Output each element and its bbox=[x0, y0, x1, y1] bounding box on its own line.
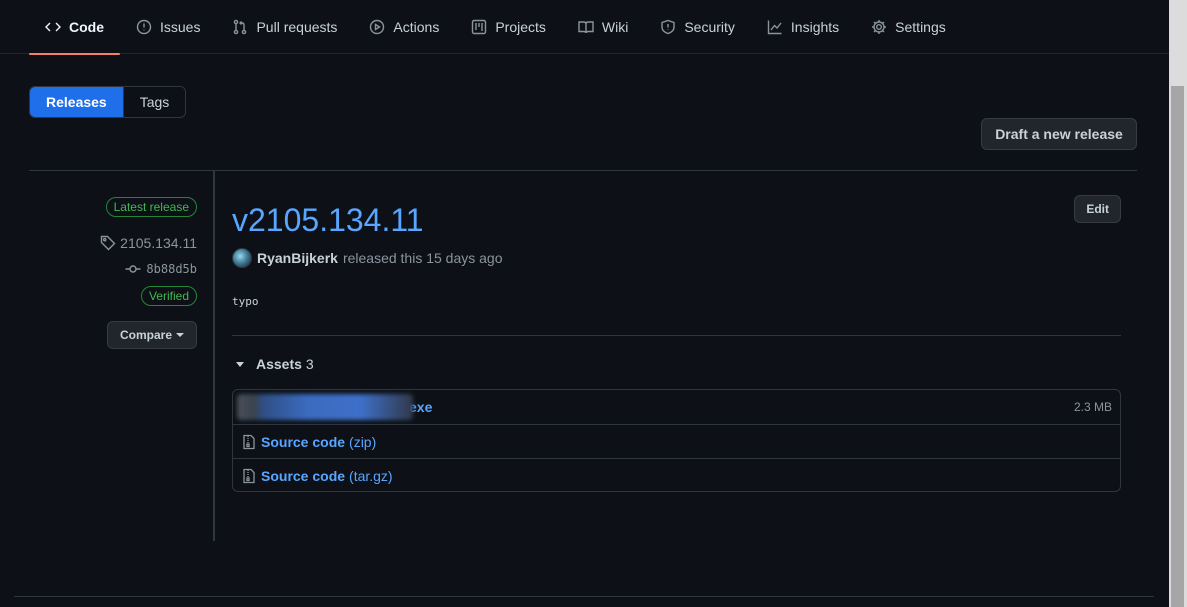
divider bbox=[14, 596, 1154, 597]
source-code-zip-name: Source code bbox=[261, 433, 346, 450]
latest-release-badge: Latest release bbox=[105, 197, 197, 217]
tab-settings[interactable]: Settings bbox=[855, 0, 962, 54]
tags-tab[interactable]: Tags bbox=[122, 87, 186, 117]
tab-actions-label: Actions bbox=[393, 19, 440, 35]
avatar[interactable] bbox=[232, 248, 252, 268]
asset-size: 2.3 MB bbox=[1073, 400, 1112, 414]
release-commit[interactable]: 8b88d5b bbox=[125, 261, 197, 277]
tab-code[interactable]: Code bbox=[29, 0, 120, 55]
tab-pull-requests-label: Pull requests bbox=[256, 19, 338, 35]
chevron-down-icon bbox=[176, 333, 184, 337]
caret-down-icon bbox=[236, 361, 244, 367]
graph-icon bbox=[767, 20, 782, 35]
verified-badge[interactable]: Verified bbox=[140, 286, 197, 306]
releases-tab[interactable]: Releases bbox=[30, 87, 123, 117]
releases-page: Code Issues Pull requests Actions Projec… bbox=[0, 0, 1187, 607]
code-icon bbox=[45, 22, 61, 32]
scrollbar-thumb[interactable] bbox=[1171, 86, 1184, 607]
tab-issues-label: Issues bbox=[160, 19, 201, 35]
tab-insights-label: Insights bbox=[790, 19, 840, 35]
pull-request-icon bbox=[234, 19, 247, 35]
asset-row: Source code (tar.gz) bbox=[233, 458, 1120, 491]
source-code-zip-link[interactable]: Source code (zip) bbox=[261, 434, 376, 450]
repo-nav: Code Issues Pull requests Actions Projec… bbox=[0, 0, 1169, 55]
compare-button[interactable]: Compare bbox=[106, 321, 197, 349]
commit-sha: 8b88d5b bbox=[146, 262, 197, 276]
asset-row: exe 2.3 MB bbox=[233, 390, 1120, 424]
released-text: released this 15 days ago bbox=[342, 250, 503, 266]
commit-icon bbox=[125, 265, 141, 273]
gear-icon bbox=[872, 20, 887, 34]
release-card: v2105.134.11 Edit RyanBijkerk released t… bbox=[232, 171, 1121, 511]
divider bbox=[232, 335, 1121, 336]
tab-wiki-label: Wiki bbox=[601, 19, 629, 35]
tab-pull-requests[interactable]: Pull requests bbox=[216, 0, 353, 54]
asset-row: Source code (zip) bbox=[233, 424, 1120, 458]
assets-title: Assets bbox=[256, 356, 302, 372]
book-icon bbox=[578, 21, 594, 34]
tab-insights[interactable]: Insights bbox=[751, 0, 855, 54]
release-meta: Latest release 2105.134.11 8b88d5b Verif… bbox=[29, 171, 215, 541]
play-icon bbox=[370, 19, 385, 35]
release-author-line: RyanBijkerk released this 15 days ago bbox=[232, 248, 503, 268]
source-code-targz-format: (tar.gz) bbox=[349, 467, 393, 484]
tab-projects-label: Projects bbox=[495, 19, 546, 35]
tab-wiki[interactable]: Wiki bbox=[562, 0, 644, 54]
source-code-targz-link[interactable]: Source code (tar.gz) bbox=[261, 468, 393, 484]
release-title[interactable]: v2105.134.11 bbox=[232, 202, 424, 239]
project-icon bbox=[472, 19, 487, 35]
author-name[interactable]: RyanBijkerk bbox=[257, 250, 338, 266]
source-code-zip-format: (zip) bbox=[349, 433, 377, 450]
tag-label: 2105.134.11 bbox=[120, 235, 197, 251]
tab-security-label: Security bbox=[684, 19, 735, 35]
tab-issues[interactable]: Issues bbox=[120, 0, 216, 54]
edit-button[interactable]: Edit bbox=[1074, 195, 1121, 223]
assets-toggle[interactable]: Assets 3 bbox=[232, 356, 314, 372]
compare-label: Compare bbox=[119, 328, 172, 342]
issue-icon bbox=[136, 19, 152, 35]
release-notes: typo bbox=[232, 295, 259, 308]
file-zip-icon bbox=[243, 434, 255, 449]
file-zip-icon bbox=[243, 468, 255, 483]
tab-security[interactable]: Security bbox=[644, 0, 751, 54]
tag-icon bbox=[100, 235, 116, 251]
tab-actions[interactable]: Actions bbox=[353, 0, 455, 54]
assets-list: exe 2.3 MB Source code (zip) Source code(… bbox=[232, 389, 1121, 492]
releases-tags-switch: Releases Tags bbox=[29, 86, 187, 118]
source-code-targz-name: Source code bbox=[261, 467, 346, 484]
repo-nav-tabs: Code Issues Pull requests Actions Projec… bbox=[29, 0, 962, 55]
assets-count: 3 bbox=[305, 356, 314, 372]
redacted-filename bbox=[237, 394, 413, 420]
shield-icon bbox=[661, 19, 676, 35]
tab-code-label: Code bbox=[69, 19, 104, 35]
release-tag[interactable]: 2105.134.11 bbox=[100, 235, 197, 251]
tab-settings-label: Settings bbox=[895, 19, 946, 35]
tab-projects[interactable]: Projects bbox=[455, 0, 562, 54]
draft-new-release-button[interactable]: Draft a new release bbox=[981, 118, 1137, 150]
